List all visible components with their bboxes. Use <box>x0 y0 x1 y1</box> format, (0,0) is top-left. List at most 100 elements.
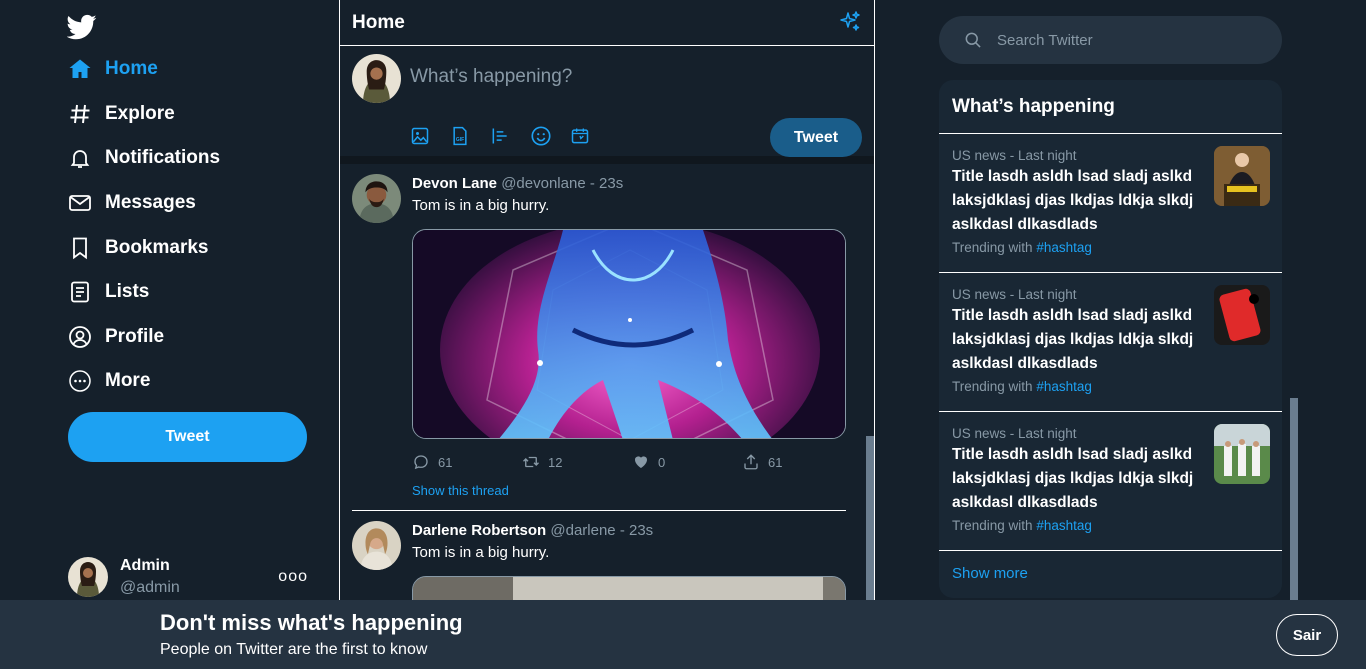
tweet[interactable]: Darlene Robertson @darlene - 23s Tom is … <box>340 511 874 600</box>
retweet-count: 12 <box>548 454 563 470</box>
nav-item-notifications[interactable]: Notifications <box>67 136 220 181</box>
banner-subtitle: People on Twitter are the first to know <box>160 641 428 658</box>
search-input[interactable] <box>997 31 1257 49</box>
home-icon <box>67 56 93 82</box>
tweet-time[interactable]: 23s <box>599 175 623 192</box>
reply-count: 61 <box>438 454 453 470</box>
tweet-text: Tom is in a big hurry. <box>412 544 550 561</box>
show-thread-link[interactable]: Show this thread <box>412 483 509 498</box>
nav-item-bookmarks[interactable]: Bookmarks <box>67 225 220 270</box>
nav-label: More <box>105 370 151 392</box>
reply-button[interactable]: 61 <box>412 453 522 471</box>
list-icon <box>67 279 93 305</box>
hashtag-icon <box>67 101 93 127</box>
trend-hashtag[interactable]: #hashtag <box>1036 379 1092 394</box>
left-sidebar: Home Explore Notifications Messages Book… <box>0 0 339 600</box>
trend-context: Trending with #hashtag <box>952 518 1269 533</box>
more-dots-icon[interactable]: ooo <box>278 568 308 586</box>
search-box[interactable] <box>939 16 1282 64</box>
sparkle-icon[interactable] <box>838 10 862 34</box>
trend-with-label: Trending with <box>952 379 1033 394</box>
retweet-icon <box>523 456 539 468</box>
tweet-author-handle[interactable]: @darlene <box>550 522 615 539</box>
trend-item[interactable]: US news - Last night Title lasdh asldh l… <box>939 134 1282 273</box>
nav-item-explore[interactable]: Explore <box>67 92 220 137</box>
retweet-button[interactable]: 12 <box>522 453 632 471</box>
bell-icon <box>67 145 93 171</box>
main-nav: Home Explore Notifications Messages Book… <box>67 47 220 404</box>
trend-thumbnail <box>1214 424 1270 484</box>
twitter-logo-icon[interactable] <box>66 12 99 42</box>
like-button[interactable]: 0 <box>632 453 742 471</box>
trends-panel: What’s happening US news - Last night Ti… <box>939 80 1282 598</box>
main-timeline: Home GIF Tweet <box>339 0 875 600</box>
share-count: 61 <box>768 454 783 470</box>
compose-tweet-button[interactable]: Tweet <box>770 118 862 157</box>
trend-with-label: Trending with <box>952 518 1033 533</box>
exit-button[interactable]: Sair <box>1276 614 1338 656</box>
page-title: Home <box>352 11 405 33</box>
search-icon <box>963 30 983 50</box>
tweet-author-name[interactable]: Devon Lane <box>412 175 497 192</box>
tweet-text: Tom is in a big hurry. <box>412 197 550 214</box>
gif-icon[interactable]: GIF <box>450 124 490 148</box>
nav-item-profile[interactable]: Profile <box>67 315 220 360</box>
trend-context: Trending with #hashtag <box>952 379 1269 394</box>
scrollbar-thumb[interactable] <box>1290 398 1298 600</box>
heart-icon <box>635 456 647 468</box>
timeline-scrollbar[interactable] <box>866 170 874 600</box>
avatar[interactable] <box>352 174 401 223</box>
nav-item-more[interactable]: More <box>67 359 220 404</box>
trend-title: Title lasdh asldh lsad sladj aslkd laksj… <box>952 446 1194 511</box>
tweet-image[interactable] <box>412 576 846 600</box>
reply-icon <box>414 455 428 470</box>
nav-item-messages[interactable]: Messages <box>67 181 220 226</box>
show-more-link[interactable]: Show more <box>939 551 1282 596</box>
nav-label: Notifications <box>105 147 221 169</box>
trend-item[interactable]: US news - Last night Title lasdh asldh l… <box>939 412 1282 551</box>
trends-title: What’s happening <box>939 80 1282 134</box>
like-count: 0 <box>658 454 666 470</box>
share-button[interactable]: 61 <box>742 453 852 471</box>
avatar <box>68 557 108 597</box>
signup-banner: Don't miss what's happening People on Tw… <box>0 600 1366 669</box>
trend-thumbnail <box>1214 146 1270 206</box>
trend-item[interactable]: US news - Last night Title lasdh asldh l… <box>939 273 1282 412</box>
avatar <box>352 54 401 103</box>
emoji-icon[interactable] <box>530 124 570 148</box>
nav-label: Messages <box>105 192 196 214</box>
nav-item-lists[interactable]: Lists <box>67 270 220 315</box>
nav-item-home[interactable]: Home <box>67 47 220 92</box>
tweet-author-name[interactable]: Darlene Robertson <box>412 522 546 539</box>
nav-label: Bookmarks <box>105 236 209 258</box>
trend-with-label: Trending with <box>952 240 1033 255</box>
account-name: Admin <box>120 557 170 574</box>
trend-title: Title lasdh asldh lsad sladj aslkd laksj… <box>952 168 1194 233</box>
nav-label: Home <box>105 58 158 80</box>
image-icon[interactable] <box>410 124 450 148</box>
poll-icon[interactable] <box>490 124 530 148</box>
trend-hashtag[interactable]: #hashtag <box>1036 240 1092 255</box>
tweet-image[interactable] <box>412 229 846 439</box>
avatar[interactable] <box>352 521 401 570</box>
share-icon <box>744 454 758 470</box>
bookmark-icon <box>67 235 93 261</box>
trend-hashtag[interactable]: #hashtag <box>1036 518 1092 533</box>
scrollbar-thumb[interactable] <box>866 436 874 600</box>
tweet[interactable]: Devon Lane @devonlane - 23s Tom is in a … <box>340 164 874 511</box>
page-scrollbar[interactable] <box>1290 0 1298 600</box>
trend-title: Title lasdh asldh lsad sladj aslkd laksj… <box>952 307 1194 372</box>
trend-context: Trending with #hashtag <box>952 240 1269 255</box>
nav-label: Explore <box>105 102 175 124</box>
tweet-composer: GIF Tweet <box>340 46 874 164</box>
nav-label: Profile <box>105 325 165 347</box>
schedule-icon[interactable] <box>570 124 610 148</box>
tweet-author-handle[interactable]: @devonlane <box>501 175 585 192</box>
compose-input[interactable] <box>410 66 850 88</box>
svg-text:GIF: GIF <box>456 137 464 143</box>
account-switcher[interactable]: Admin @admin ooo <box>68 554 313 600</box>
tweet-time[interactable]: 23s <box>629 522 653 539</box>
tweet-button[interactable]: Tweet <box>68 412 307 462</box>
user-icon <box>67 324 93 350</box>
account-handle: @admin <box>120 579 180 596</box>
